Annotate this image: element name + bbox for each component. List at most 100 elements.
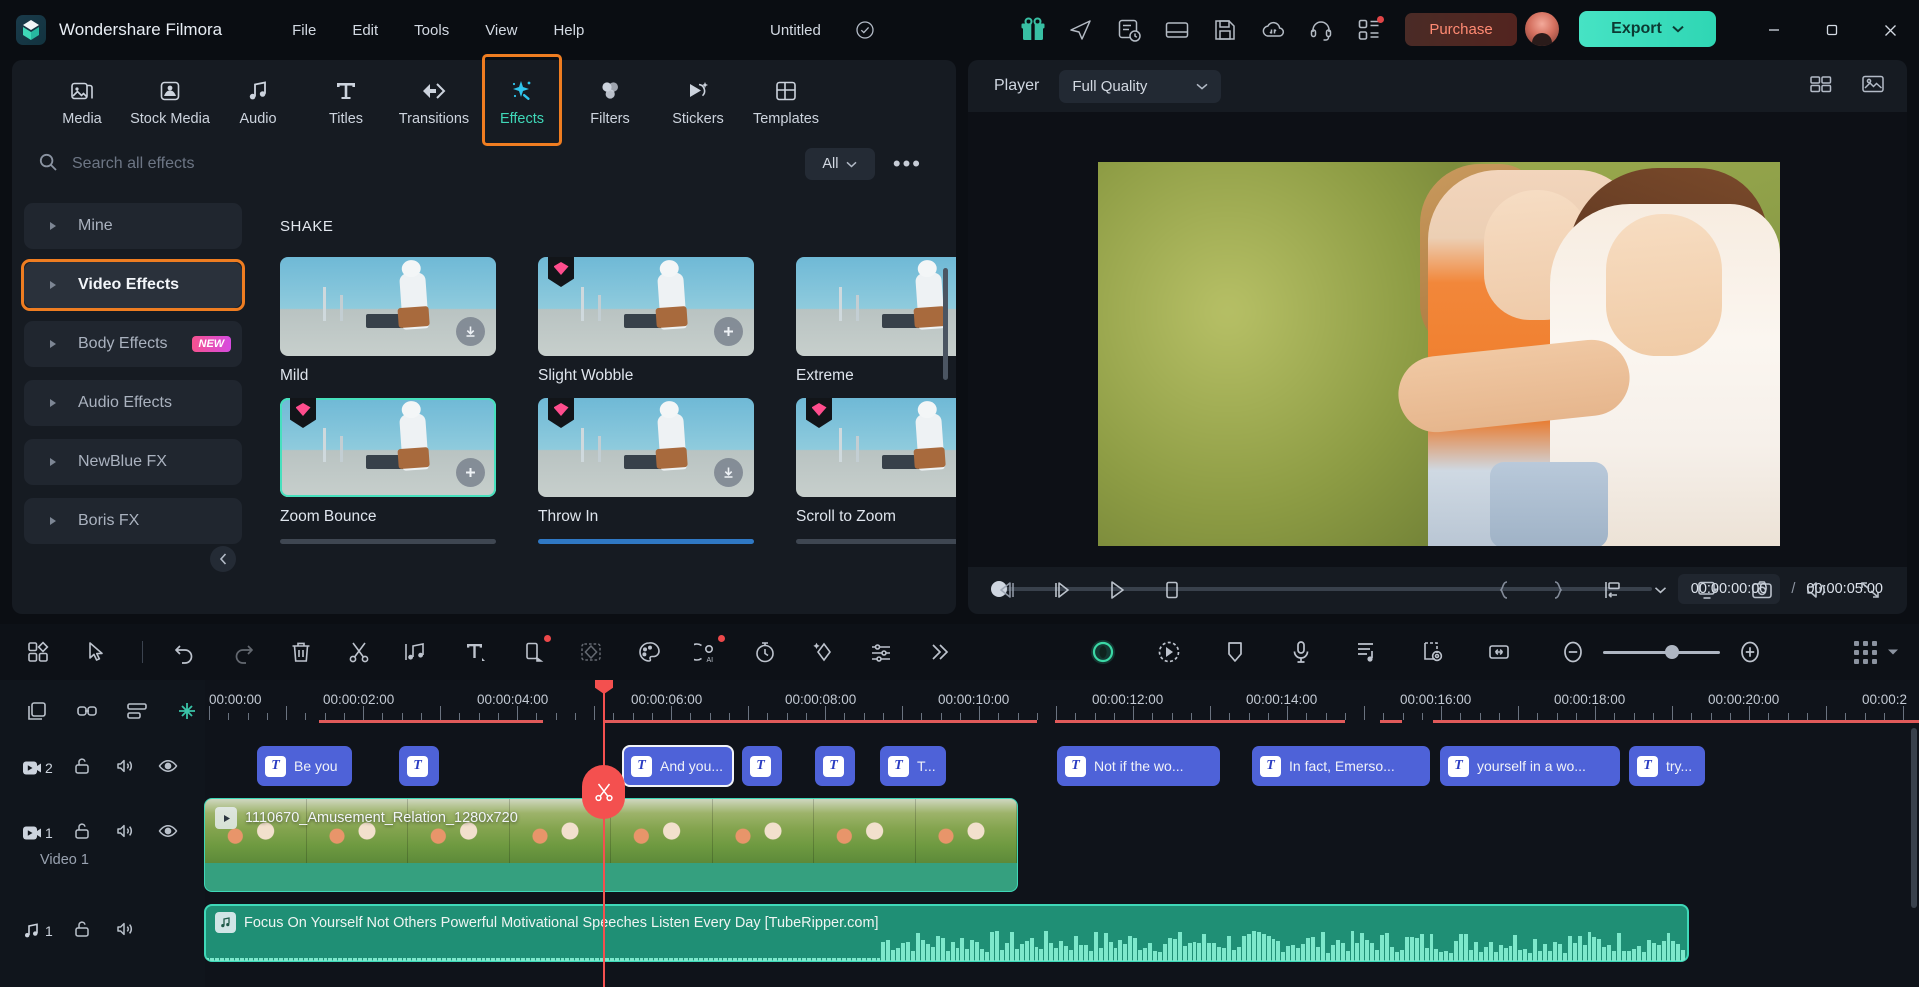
- apps-grid-icon[interactable]: [1356, 16, 1384, 43]
- audio-mixer-icon[interactable]: [1351, 636, 1383, 668]
- prev-frame-icon[interactable]: [994, 577, 1020, 603]
- track-audio-1-row[interactable]: Focus On Yourself Not Others Powerful Mo…: [204, 904, 1919, 962]
- search-field[interactable]: [38, 152, 793, 177]
- undo-icon[interactable]: [169, 636, 201, 668]
- tab-filters[interactable]: Filters: [566, 71, 654, 127]
- category-body-effects[interactable]: Body Effects NEW: [24, 321, 242, 367]
- tab-transitions[interactable]: Transitions: [390, 71, 478, 127]
- text-clip[interactable]: Ttry...: [1629, 746, 1705, 786]
- search-input[interactable]: [72, 155, 793, 173]
- split-at-playhead-button[interactable]: [582, 765, 625, 819]
- text-tool-icon[interactable]: [459, 636, 491, 668]
- menu-view[interactable]: View: [467, 16, 535, 45]
- effect-thumbnail[interactable]: [280, 398, 496, 497]
- select-tool-icon[interactable]: [80, 636, 112, 668]
- maximize-button[interactable]: [1803, 0, 1861, 60]
- menu-tools[interactable]: Tools: [396, 16, 467, 45]
- track-video-1-row[interactable]: 1110670_Amusement_Relation_1280x720: [204, 798, 1919, 892]
- effect-card-zoom-bounce[interactable]: Zoom Bounce: [280, 398, 496, 526]
- auto-reframe-icon[interactable]: [1417, 636, 1449, 668]
- mute-icon[interactable]: [115, 821, 139, 845]
- panel-layout-icon[interactable]: [22, 636, 54, 668]
- effect-thumbnail[interactable]: [538, 398, 754, 497]
- eye-icon[interactable]: [158, 821, 182, 845]
- track-video-2-row[interactable]: T Be you T T And you... T T T T... T Not if …: [205, 745, 1919, 790]
- play-icon[interactable]: [1104, 577, 1130, 603]
- next-frame-icon[interactable]: [1049, 577, 1075, 603]
- add-track-icon[interactable]: [26, 700, 50, 724]
- effect-card-extreme[interactable]: Extreme: [796, 257, 956, 385]
- fullscreen-icon[interactable]: [1857, 577, 1883, 603]
- close-button[interactable]: [1861, 0, 1919, 60]
- adjust-sliders-icon[interactable]: [865, 636, 897, 668]
- menu-edit[interactable]: Edit: [334, 16, 396, 45]
- mute-icon[interactable]: [115, 919, 139, 943]
- download-icon[interactable]: [714, 458, 743, 487]
- redo-icon[interactable]: [227, 636, 259, 668]
- cloud-sync-icon[interactable]: [1260, 17, 1286, 43]
- volume-icon[interactable]: [1803, 577, 1829, 603]
- motion-tracking-icon[interactable]: [1153, 636, 1185, 668]
- effect-thumbnail[interactable]: [796, 257, 956, 356]
- mark-out-icon[interactable]: [1545, 577, 1571, 603]
- text-clip[interactable]: T Not if the wo...: [1057, 746, 1220, 786]
- effect-card-scroll-to-zoom[interactable]: Scroll to Zoom: [796, 398, 956, 526]
- text-clip[interactable]: T: [742, 746, 782, 786]
- more-chevron-icon[interactable]: [923, 636, 955, 668]
- lock-icon[interactable]: [72, 756, 96, 780]
- stop-icon[interactable]: [1159, 577, 1185, 603]
- category-mine[interactable]: Mine: [24, 203, 242, 249]
- manage-tracks-icon[interactable]: [126, 700, 150, 724]
- timeline-ruler[interactable]: 00:00:00 00:00:02:00 00:00:04:00 00:00:0…: [205, 680, 1919, 728]
- lock-icon[interactable]: [72, 919, 96, 943]
- effect-card-throw-in[interactable]: Throw In: [538, 398, 754, 526]
- effect-card-mild[interactable]: Mild: [280, 257, 496, 385]
- tab-templates[interactable]: Templates: [742, 71, 830, 127]
- category-boris-fx[interactable]: Boris FX: [24, 498, 242, 544]
- timeline-scrollbar[interactable]: [1911, 728, 1917, 908]
- preview-stage[interactable]: [968, 112, 1907, 567]
- text-clip[interactable]: T In fact, Emerso...: [1252, 746, 1430, 786]
- tab-titles[interactable]: Titles: [302, 71, 390, 127]
- tab-stickers[interactable]: Stickers: [654, 71, 742, 127]
- effect-thumbnail[interactable]: [796, 398, 956, 497]
- mute-icon[interactable]: [115, 756, 139, 780]
- playhead[interactable]: [582, 680, 625, 987]
- filter-select[interactable]: All: [804, 148, 875, 180]
- add-icon[interactable]: [456, 458, 485, 487]
- category-audio-effects[interactable]: Audio Effects: [24, 380, 242, 426]
- effect-thumbnail[interactable]: [538, 257, 754, 356]
- record-green-icon[interactable]: [1087, 636, 1119, 668]
- save-icon[interactable]: [1212, 17, 1238, 43]
- category-newblue-fx[interactable]: NewBlue FX: [24, 439, 242, 485]
- ai-audio-icon[interactable]: AI: [691, 635, 725, 668]
- avatar[interactable]: [1525, 12, 1559, 46]
- zoom-slider[interactable]: [1603, 645, 1720, 659]
- layout-icon[interactable]: [1164, 17, 1190, 43]
- minimize-button[interactable]: [1745, 0, 1803, 60]
- render-preview-icon[interactable]: [1599, 577, 1625, 603]
- marker-icon[interactable]: [1219, 636, 1251, 668]
- add-icon[interactable]: [714, 317, 743, 346]
- export-button[interactable]: Export: [1579, 11, 1716, 47]
- tasklist-clock-icon[interactable]: [1116, 17, 1142, 43]
- menu-help[interactable]: Help: [535, 16, 602, 45]
- chevron-down-icon[interactable]: [1653, 577, 1667, 603]
- audio-detach-icon[interactable]: [401, 636, 433, 668]
- video-preview[interactable]: [1098, 162, 1780, 546]
- effect-card-slight-wobble[interactable]: Slight Wobble: [538, 257, 754, 385]
- more-options-button[interactable]: •••: [887, 151, 928, 177]
- text-clip[interactable]: T: [399, 746, 439, 786]
- tab-audio[interactable]: Audio: [214, 71, 302, 127]
- text-clip[interactable]: T Be you: [257, 746, 352, 786]
- keyframe-icon[interactable]: [807, 636, 839, 668]
- screen-record-icon[interactable]: [1695, 577, 1721, 603]
- mask-icon[interactable]: [575, 636, 607, 668]
- tab-stock-media[interactable]: Stock Media: [126, 71, 214, 127]
- text-clip[interactable]: T T...: [880, 746, 946, 786]
- grid-toggle-icon[interactable]: [1854, 640, 1877, 664]
- crop-tool-icon[interactable]: [517, 635, 551, 668]
- voiceover-mic-icon[interactable]: [1285, 636, 1317, 668]
- zoom-handle[interactable]: [1665, 645, 1679, 659]
- tab-effects[interactable]: Effects: [478, 54, 566, 146]
